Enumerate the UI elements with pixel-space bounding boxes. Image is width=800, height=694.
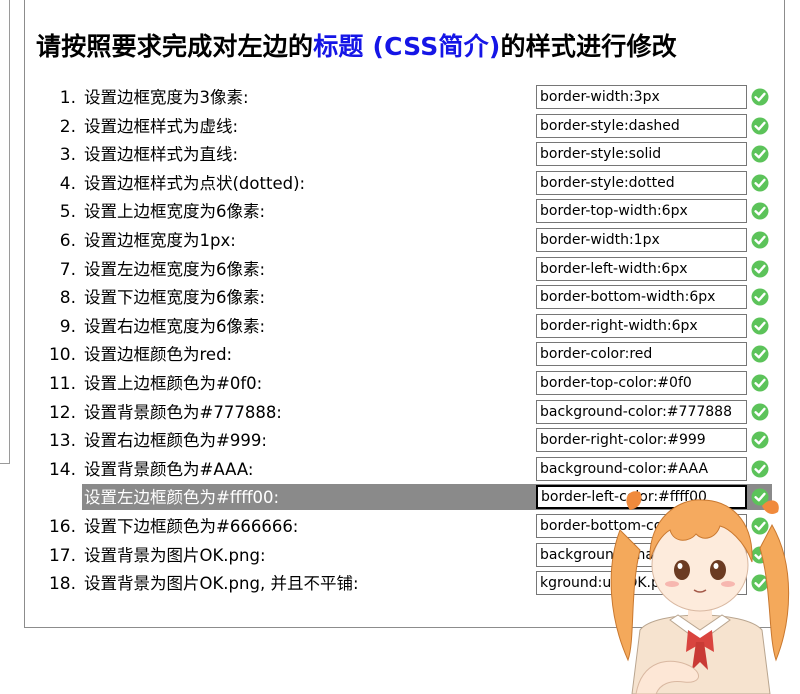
answer-input[interactable] (536, 285, 747, 310)
answer-input[interactable] (536, 199, 747, 224)
check-icon (751, 231, 769, 249)
task-label: 设置边框样式为直线: (84, 145, 239, 165)
task-row: 6. 设置边框宽度为1px: (0, 227, 800, 256)
check-icon (751, 317, 769, 335)
task-row: 4. 设置边框样式为点状(dotted): (0, 170, 800, 199)
check-icon (751, 546, 769, 564)
check-icon (751, 174, 769, 192)
task-label: 设置边框样式为点状(dotted): (84, 173, 306, 193)
task-number: 3. (59, 145, 76, 166)
title-suffix: 的样式进行修改 (500, 32, 677, 61)
answer-input[interactable] (536, 256, 747, 281)
check-icon (751, 460, 769, 478)
check-icon (751, 345, 769, 363)
task-row: 18. 设置背景为图片OK.png, 并且不平铺: (0, 570, 800, 599)
task-number: 10. (48, 345, 76, 366)
task-number: 4. (59, 173, 76, 194)
task-number: 1. (59, 88, 76, 108)
task-number: 5. (59, 202, 76, 223)
answer-input[interactable] (536, 456, 747, 481)
task-row: 13. 设置右边框颜色为#999: (0, 427, 800, 456)
task-label: 设置下边框颜色为#666666: (84, 516, 299, 536)
task-row: 9. 设置右边框宽度为6像素: (0, 313, 800, 342)
task-label: 设置边框宽度为1px: (84, 230, 236, 250)
task-row: 5. 设置上边框宽度为6像素: (0, 198, 800, 227)
answer-input[interactable] (536, 142, 747, 167)
answer-input[interactable] (536, 428, 747, 453)
task-row: 7. 设置左边框宽度为6像素: (0, 256, 800, 285)
check-icon (751, 288, 769, 306)
task-number: 7. (59, 259, 76, 280)
task-label: 设置边框样式为虚线: (84, 116, 239, 136)
task-label: 设置左边框颜色为#ffff00: (84, 488, 280, 508)
task-number: 14. (48, 459, 76, 480)
page-title: 请按照要求完成对左边的标题 (CSS简介)的样式进行修改 (36, 30, 677, 64)
answer-input[interactable] (536, 513, 747, 538)
check-icon (751, 574, 769, 592)
check-icon (751, 431, 769, 449)
task-row: 16. 设置下边框颜色为#666666: (0, 513, 800, 542)
task-label: 设置边框颜色为red: (84, 345, 233, 365)
answer-input[interactable] (536, 571, 747, 596)
check-icon (751, 202, 769, 220)
task-row: 10. 设置边框颜色为red: (0, 341, 800, 370)
check-icon (751, 260, 769, 278)
check-icon (751, 145, 769, 163)
task-row: 3. 设置边框样式为直线: (0, 141, 800, 170)
task-row: 1. 设置边框宽度为3像素: (0, 84, 800, 113)
answer-input[interactable] (536, 370, 747, 395)
task-row: 8. 设置下边框宽度为6像素: (0, 284, 800, 313)
task-row: 17. 设置背景为图片OK.png: (0, 542, 800, 571)
check-icon (751, 488, 769, 506)
task-number: 11. (48, 373, 76, 394)
task-number: 8. (59, 288, 76, 309)
task-number: 16. (48, 516, 76, 537)
answer-input[interactable] (536, 342, 747, 367)
check-icon (751, 117, 769, 135)
task-label: 设置左边框宽度为6像素: (84, 259, 266, 279)
answer-input[interactable] (536, 113, 747, 138)
task-number: 2. (59, 116, 76, 137)
task-label: 设置右边框宽度为6像素: (84, 316, 266, 336)
answer-input[interactable] (536, 313, 747, 338)
answer-input[interactable] (536, 485, 747, 510)
task-label: 设置上边框颜色为#0f0: (84, 373, 263, 393)
task-number: 6. (59, 230, 76, 251)
task-number: 13. (48, 431, 76, 452)
check-icon (751, 517, 769, 535)
task-label: 设置背景为图片OK.png, 并且不平铺: (84, 574, 359, 594)
answer-input[interactable] (536, 542, 747, 567)
task-label: 设置上边框宽度为6像素: (84, 202, 266, 222)
check-icon (751, 88, 769, 106)
answer-input[interactable] (536, 85, 747, 109)
check-icon (751, 374, 769, 392)
task-row: 2. 设置边框样式为虚线: (0, 113, 800, 142)
task-number: 12. (48, 402, 76, 423)
task-row: 12. 设置背景颜色为#777888: (0, 399, 800, 428)
title-highlight: 标题 (CSS简介) (313, 32, 501, 61)
title-prefix: 请按照要求完成对左边的 (36, 32, 314, 61)
task-row: 15.设置左边框颜色为#ffff00: (0, 484, 800, 513)
answer-input[interactable] (536, 227, 747, 252)
task-row: 14. 设置背景颜色为#AAA: (0, 456, 800, 485)
task-label: 设置背景颜色为#777888: (84, 402, 282, 422)
task-number: 18. (48, 574, 76, 595)
task-row: 11. 设置上边框颜色为#0f0: (0, 370, 800, 399)
task-label: 设置背景为图片OK.png: (84, 545, 266, 565)
task-list: 1. 设置边框宽度为3像素: 2. 设置边框样式为虚线: 3. 设置边框样式为直线: 4. 设… (0, 84, 800, 599)
answer-input[interactable] (536, 399, 747, 424)
task-label: 设置边框宽度为3像素: (84, 88, 249, 107)
check-icon (751, 403, 769, 421)
answer-input[interactable] (536, 170, 747, 195)
task-number: 9. (59, 316, 76, 337)
task-label: 设置右边框颜色为#999: (84, 431, 267, 451)
task-label: 设置下边框宽度为6像素: (84, 288, 266, 308)
task-number: 17. (48, 545, 76, 566)
task-label: 设置背景颜色为#AAA: (84, 459, 254, 479)
